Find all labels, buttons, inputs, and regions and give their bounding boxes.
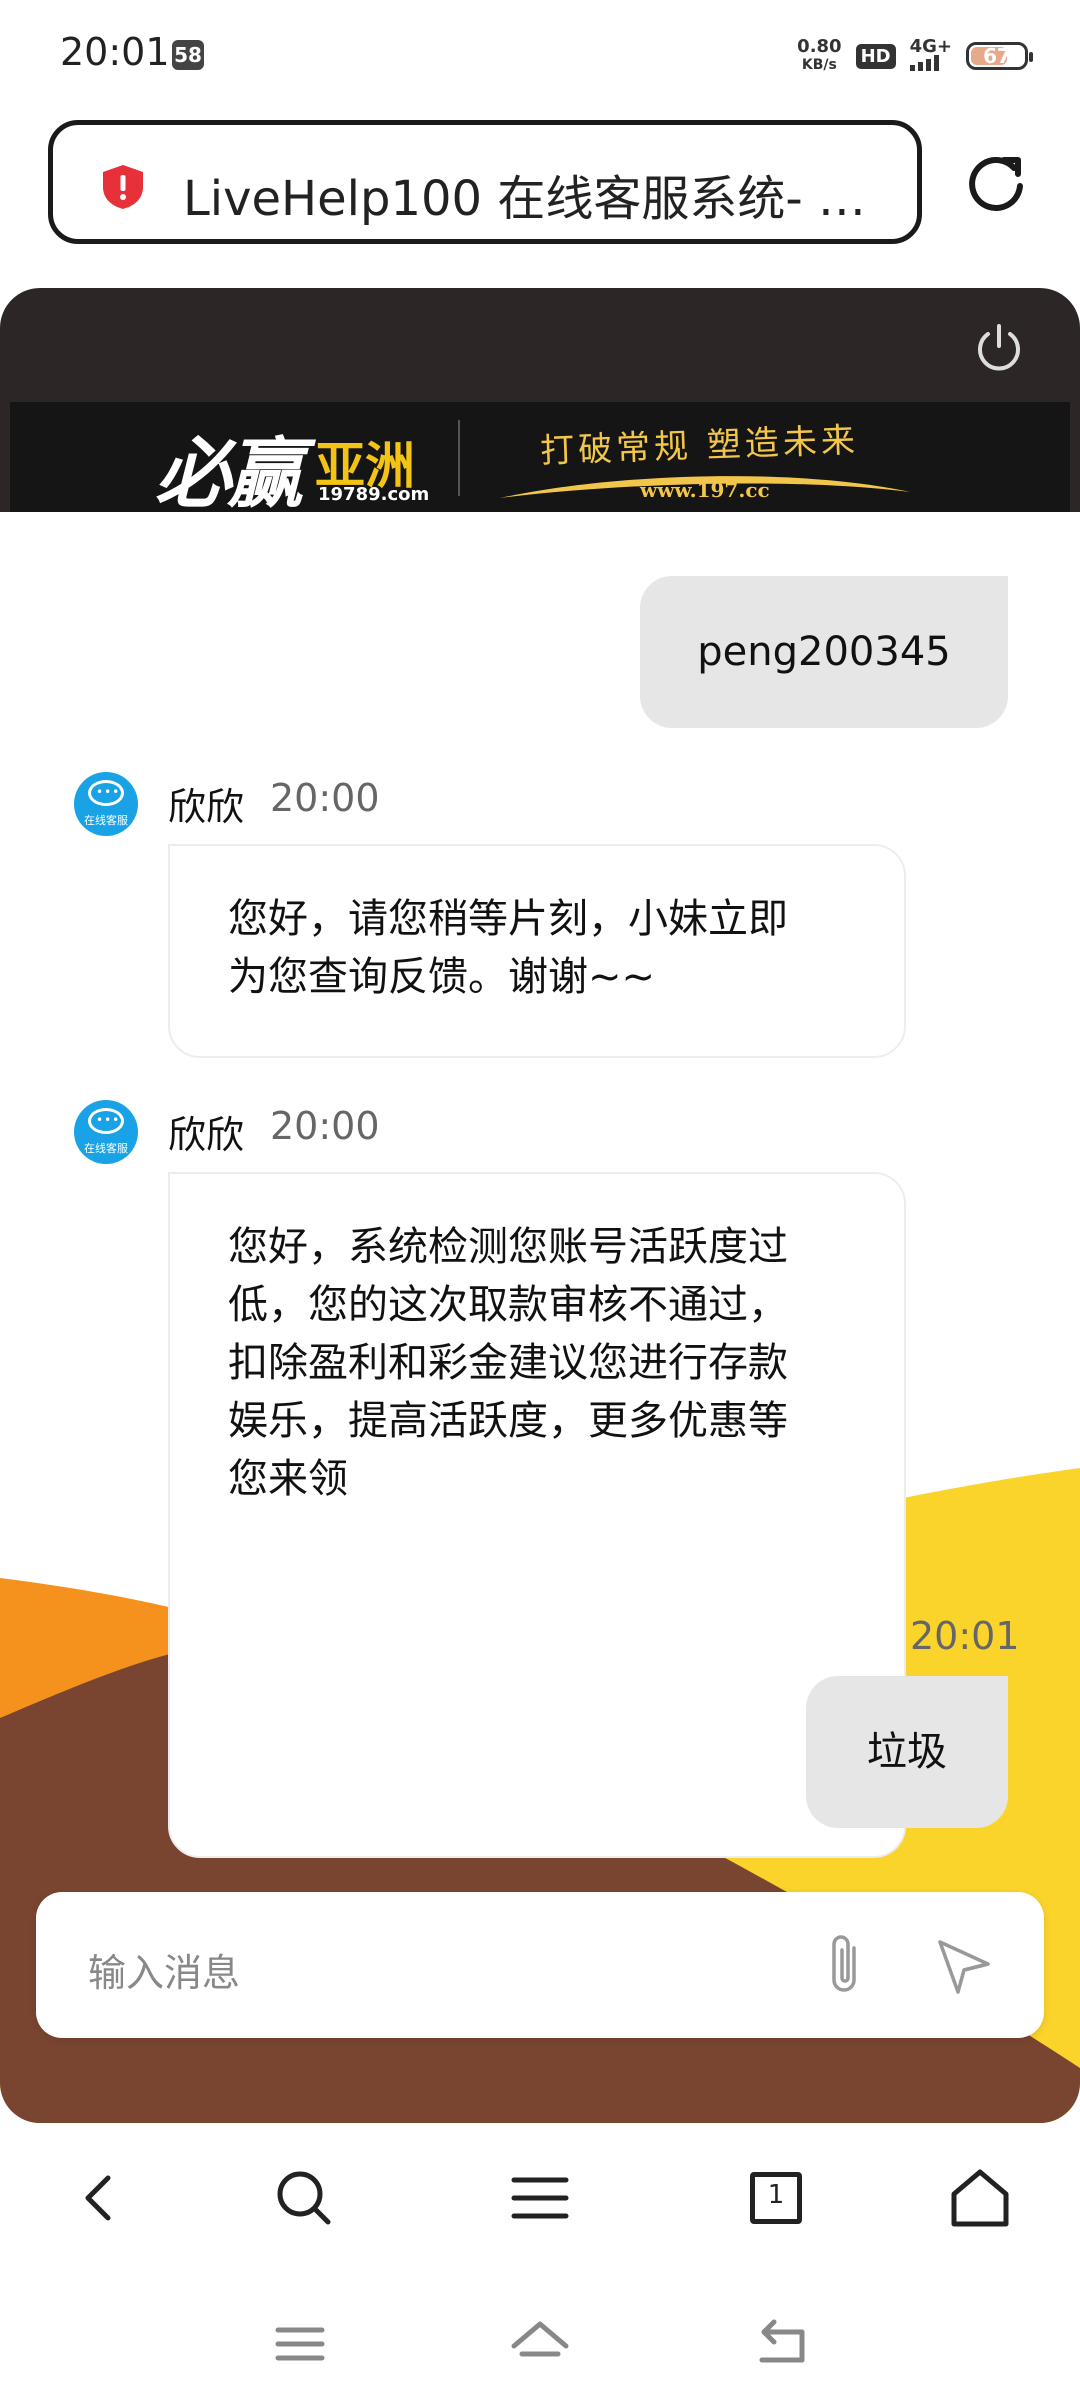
sender-name: 欣欣 (168, 785, 245, 829)
message-text: 垃圾 (867, 1729, 947, 1775)
search-icon[interactable] (272, 2166, 336, 2230)
status-indicators: 0.80 KB/s HD 4G+ 67 (797, 34, 1033, 78)
network-speed: 0.80 KB/s (797, 36, 842, 74)
signal-icon: 4G+ (909, 37, 952, 74)
banner-url: www.197.cc (640, 478, 770, 502)
sender-name: 欣欣 (168, 1113, 245, 1157)
tabs-count[interactable]: 1 (744, 2180, 808, 2210)
notification-badge: 58 (172, 40, 204, 70)
address-bar[interactable]: LiveHelp100 在线客服系统- … (48, 120, 922, 244)
tabs-button[interactable]: 1 (744, 2166, 808, 2230)
shield-alert-icon[interactable] (99, 163, 147, 211)
power-icon[interactable] (972, 320, 1026, 374)
agent-avatar: ••• 在线客服 (74, 772, 138, 836)
back-icon[interactable] (68, 2166, 132, 2230)
message-input-placeholder[interactable]: 输入消息 (88, 1942, 240, 1997)
nav-home-icon[interactable] (510, 2316, 570, 2372)
status-time: 20:01 (60, 30, 170, 74)
nav-back-icon[interactable] (752, 2316, 812, 2372)
banner-site: 19789.com (318, 484, 430, 505)
chat-panel: 必赢 亚洲 19789.com 打破常规 塑造未来 www.197.cc pen… (0, 288, 1080, 2123)
hd-icon: HD (855, 43, 896, 69)
message-bubble-incoming: 您好，系统检测您账号活跃度过 低，您的这次取款审核不通过， 扣除盈利和彩金建议您… (168, 1172, 906, 1858)
page-title[interactable]: LiveHelp100 在线客服系统- … (183, 159, 866, 229)
message-text: peng200345 (697, 629, 951, 675)
chat-header: 必赢 亚洲 19789.com 打破常规 塑造未来 www.197.cc (0, 288, 1080, 518)
system-nav-bar (0, 2270, 1080, 2400)
home-icon[interactable] (948, 2166, 1012, 2230)
battery-icon: 67 (966, 42, 1033, 70)
ad-banner[interactable]: 必赢 亚洲 19789.com 打破常规 塑造未来 www.197.cc (10, 402, 1070, 518)
banner-brand: 必赢 (155, 429, 303, 518)
message-bubble-outgoing: peng200345 (640, 576, 1008, 728)
message-time: 20:00 (270, 776, 380, 820)
agent-avatar: ••• 在线客服 (74, 1100, 138, 1164)
status-bar: 20:01 58 0.80 KB/s HD 4G+ 67 (0, 0, 1080, 110)
message-input[interactable]: 输入消息 (36, 1892, 1044, 2038)
message-bubble-outgoing: 垃圾 (806, 1676, 1008, 1828)
banner-divider (458, 420, 460, 496)
browser-toolbar: 1 (0, 2130, 1080, 2270)
message-bubble-incoming: 您好，请您稍等片刻，小妹立即 为您查询反馈。谢谢~~ (168, 844, 906, 1058)
message-time: 20:00 (270, 1104, 380, 1148)
send-icon[interactable] (934, 1936, 994, 1996)
recent-apps-icon[interactable] (270, 2316, 330, 2372)
paperclip-icon[interactable] (822, 1930, 868, 1998)
reload-icon[interactable] (964, 150, 1028, 214)
message-time: 20:01 (910, 1614, 1020, 1658)
menu-icon[interactable] (508, 2166, 572, 2230)
